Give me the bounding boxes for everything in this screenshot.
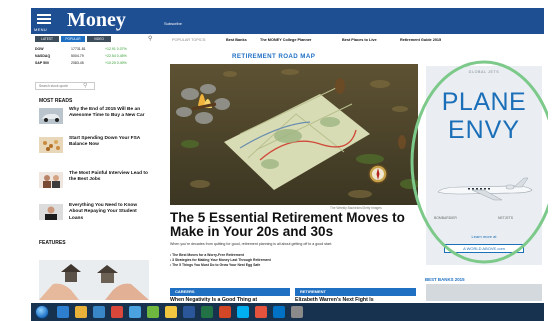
market-change: +22.54 0.45% xyxy=(105,54,127,58)
best-banks-thumbnail[interactable] xyxy=(426,284,542,301)
related-link-text: 3 Strategies for Making Your Money Last … xyxy=(172,258,271,262)
calendar-icon[interactable] xyxy=(147,306,159,318)
menu-label: MENU xyxy=(34,27,47,32)
media-icon[interactable] xyxy=(93,306,105,318)
most-read-title: Everything You Need to Know About Repayi… xyxy=(69,203,138,221)
most-read-item[interactable]: The Most Painful Interview Lead to the B… xyxy=(39,170,155,192)
topic-link[interactable]: The MONEY College Planner xyxy=(260,36,311,44)
tab-video[interactable]: VIDEO xyxy=(87,36,111,42)
related-link-text: The 5 Things You Must Do to Grow Your Ne… xyxy=(172,263,261,267)
market-row[interactable]: NASDAQ 5004.79 +22.54 0.45% xyxy=(35,53,151,59)
itunes-icon[interactable] xyxy=(255,306,267,318)
market-name: NASDAQ xyxy=(35,54,51,58)
rail-tabs: LATEST POPULAR VIDEO ⚲ xyxy=(35,36,152,42)
market-value: 5004.79 xyxy=(71,54,84,58)
market-change: +10.20 0.49% xyxy=(105,61,127,65)
hero-image[interactable] xyxy=(170,64,418,205)
windows-taskbar xyxy=(31,303,544,321)
highlight-circle xyxy=(410,60,548,264)
powerpoint-icon[interactable] xyxy=(219,306,231,318)
car-thumbnail xyxy=(39,108,63,124)
start-orb-icon[interactable] xyxy=(35,305,49,319)
most-reads-heading: MOST READS xyxy=(39,98,73,104)
most-read-title: Start Spending Down Your FSA Balance Now xyxy=(69,136,141,148)
subscribe-link[interactable]: Subscribe xyxy=(164,21,182,26)
ie-icon[interactable] xyxy=(57,306,69,318)
settings-icon[interactable] xyxy=(291,306,303,318)
site-header: MENU Money Subscribe xyxy=(31,8,544,34)
search-icon[interactable]: ⚲ xyxy=(148,36,152,42)
left-rail: LATEST POPULAR VIDEO ⚲ DOW 17731.81 +12.… xyxy=(31,34,156,300)
explorer-icon[interactable] xyxy=(75,306,87,318)
topic-link[interactable]: Best Places to Live xyxy=(342,36,377,44)
market-value: 17731.81 xyxy=(71,47,86,51)
most-read-item[interactable]: Everything You Need to Know About Repayi… xyxy=(39,202,155,224)
features-image[interactable] xyxy=(39,260,149,300)
topic-link[interactable]: Best Banks xyxy=(226,36,247,44)
related-link[interactable]: • The 5 Things You Must Do to Grow Your … xyxy=(170,263,416,268)
mail-icon[interactable] xyxy=(129,306,141,318)
most-read-title: Why the End of 2015 Will Be an Awesome T… xyxy=(69,107,145,119)
market-name: S&P 500 xyxy=(35,61,49,65)
interview-thumbnail xyxy=(39,172,63,188)
skype-icon[interactable] xyxy=(237,306,249,318)
most-read-title: The Most Painful Interview Lead to the B… xyxy=(69,171,148,183)
careers-bar[interactable]: CAREERS xyxy=(170,288,290,296)
popular-topics-label: POPULAR TOPICS: xyxy=(172,38,207,42)
excel-icon[interactable] xyxy=(201,306,213,318)
market-row[interactable]: DOW 17731.81 +12.91 0.07% xyxy=(35,46,151,52)
student-thumbnail xyxy=(39,204,63,220)
market-name: DOW xyxy=(35,47,44,51)
related-link-text: The Best Moves for a Worry-Free Retireme… xyxy=(172,253,244,257)
money-logo[interactable]: Money xyxy=(67,9,126,32)
pills-thumbnail xyxy=(39,137,63,153)
tab-popular[interactable]: POPULAR xyxy=(61,36,85,42)
most-read-item[interactable]: Start Spending Down Your FSA Balance Now xyxy=(39,135,155,157)
retirement-bar[interactable]: RETIREMENT xyxy=(295,288,416,296)
article-deck: When you're decades from quitting for go… xyxy=(170,242,333,246)
section-title[interactable]: RETIREMENT ROAD MAP xyxy=(232,53,315,60)
chrome-icon[interactable] xyxy=(111,306,123,318)
best-banks-heading[interactable]: BEST BANKS 2015 xyxy=(425,277,465,282)
tab-latest[interactable]: LATEST xyxy=(35,36,59,42)
quote-search-icon[interactable]: ⚲ xyxy=(83,83,87,89)
market-change: +12.91 0.07% xyxy=(105,47,127,51)
article-headline[interactable]: The 5 Essential Retirement Moves to Make… xyxy=(170,211,420,239)
market-row[interactable]: S&P 500 2083.45 +10.20 0.49% xyxy=(35,60,151,66)
outlook-icon[interactable] xyxy=(273,306,285,318)
popular-topics-nav: POPULAR TOPICS: Best Banks The MONEY Col… xyxy=(172,36,441,44)
features-heading: FEATURES xyxy=(39,240,66,246)
most-read-item[interactable]: Why the End of 2015 Will Be an Awesome T… xyxy=(39,106,155,128)
word-icon[interactable] xyxy=(183,306,195,318)
related-links: • The Best Moves for a Worry-Free Retire… xyxy=(170,253,416,268)
market-value: 2083.45 xyxy=(71,61,84,65)
topic-link[interactable]: Retirement Guide 2015 xyxy=(400,36,441,44)
photos-icon[interactable] xyxy=(165,306,177,318)
